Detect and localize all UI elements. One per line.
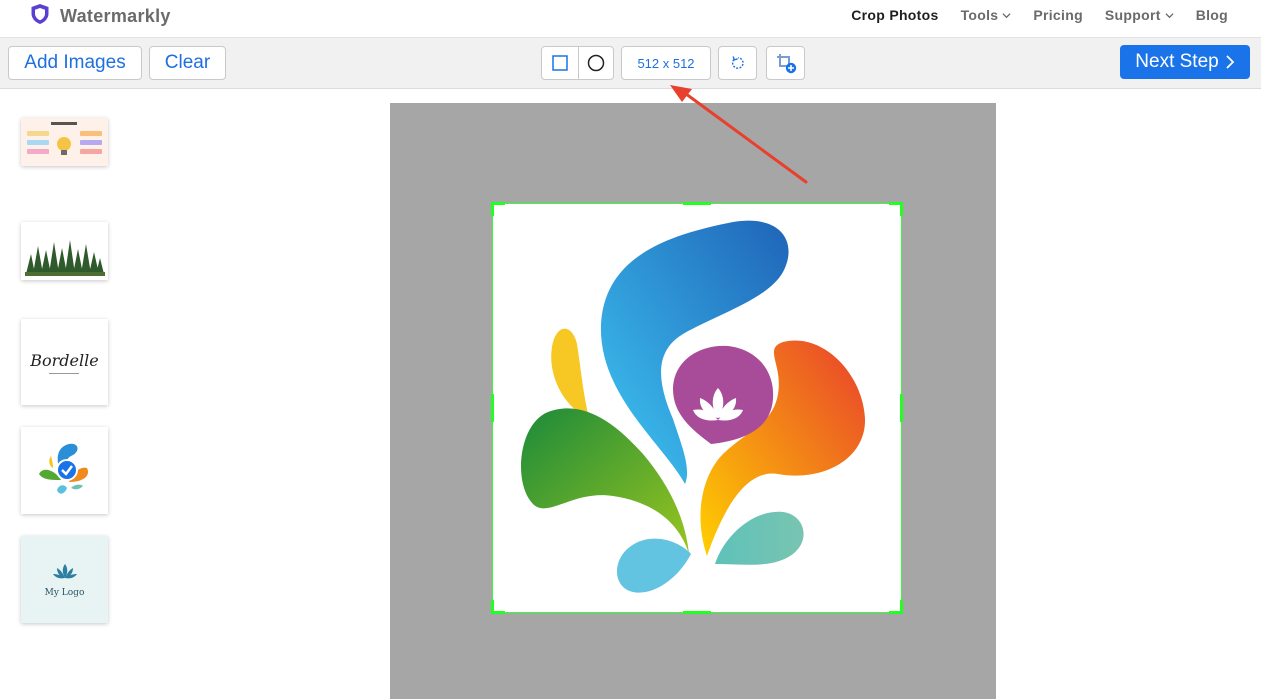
crop-handle-bl-v[interactable]	[491, 600, 494, 614]
nav-support[interactable]: Support	[1105, 7, 1174, 23]
top-navbar: Watermarkly Crop Photos Tools Pricing Su…	[0, 0, 1261, 38]
forest-image	[21, 222, 108, 280]
circle-shape-button[interactable]	[577, 47, 614, 79]
rotate-icon	[731, 56, 744, 69]
clear-button[interactable]: Clear	[149, 46, 226, 80]
splash-logo-thumbnail[interactable]	[21, 427, 108, 514]
crop-handle-tr-v[interactable]	[900, 202, 903, 216]
nav-pricing[interactable]: Pricing	[1033, 7, 1083, 23]
annotation-arrow	[670, 85, 808, 184]
crop-canvas	[390, 103, 996, 699]
nav-pricing-label: Pricing	[1033, 7, 1083, 23]
nav-blog[interactable]: Blog	[1196, 7, 1228, 23]
splash-logo-image	[38, 443, 88, 494]
square-shape-icon	[552, 55, 568, 71]
add-crop-icon	[776, 54, 796, 74]
brand-name: Watermarkly	[60, 6, 171, 26]
nav-links: Crop Photos Tools Pricing Support Blog	[851, 7, 1228, 23]
crop-area[interactable]	[491, 202, 903, 614]
my-logo-thumbnail[interactable]: My Logo	[21, 536, 108, 623]
brand[interactable]: Watermarkly	[30, 3, 171, 30]
shield-logo-icon	[30, 3, 50, 30]
lotus-icon	[52, 563, 77, 578]
crop-handle-br-v[interactable]	[900, 600, 903, 614]
crop-handle-right[interactable]	[900, 394, 903, 422]
nav-tools[interactable]: Tools	[961, 7, 1012, 23]
rotate-button[interactable]	[718, 46, 757, 80]
bordelle-logo: Bordelle	[30, 350, 99, 374]
nav-tools-label: Tools	[960, 7, 999, 23]
bordelle-logo-thumbnail[interactable]: Bordelle	[21, 319, 108, 405]
next-step-button[interactable]: Next Step	[1120, 45, 1250, 79]
forest-thumbnail[interactable]	[21, 222, 108, 280]
my-logo: My Logo	[44, 562, 85, 598]
crop-shape-toggle	[541, 46, 614, 80]
circle-shape-icon	[587, 54, 604, 72]
crop-handle-top[interactable]	[683, 202, 711, 205]
logo-divider	[49, 372, 80, 374]
chevron-down-icon	[1002, 12, 1011, 18]
editor-toolbar: Add Images Clear 512 x 512 Next Step	[0, 38, 1261, 89]
infographic-image	[21, 118, 108, 166]
nav-support-label: Support	[1104, 7, 1161, 23]
add-images-button[interactable]: Add Images	[8, 46, 142, 80]
next-step-label: Next Step	[1135, 51, 1219, 72]
crop-handle-tl-v[interactable]	[491, 202, 494, 216]
chevron-right-icon	[1226, 55, 1234, 69]
crop-handle-left[interactable]	[491, 394, 494, 422]
square-shape-button[interactable]	[542, 47, 578, 79]
my-logo-text: My Logo	[44, 587, 85, 598]
bordelle-logo-text: Bordelle	[30, 350, 99, 370]
splash-logo-preview	[521, 220, 866, 593]
chevron-down-icon	[1165, 12, 1174, 18]
nav-crop-photos[interactable]: Crop Photos	[851, 7, 938, 23]
nav-crop-photos-label: Crop Photos	[851, 7, 939, 23]
add-crop-button[interactable]	[766, 46, 805, 80]
crop-handle-bottom[interactable]	[683, 611, 711, 614]
infographic-thumbnail[interactable]	[21, 118, 108, 166]
nav-blog-label: Blog	[1195, 7, 1228, 23]
crop-size-button[interactable]: 512 x 512	[621, 46, 711, 80]
